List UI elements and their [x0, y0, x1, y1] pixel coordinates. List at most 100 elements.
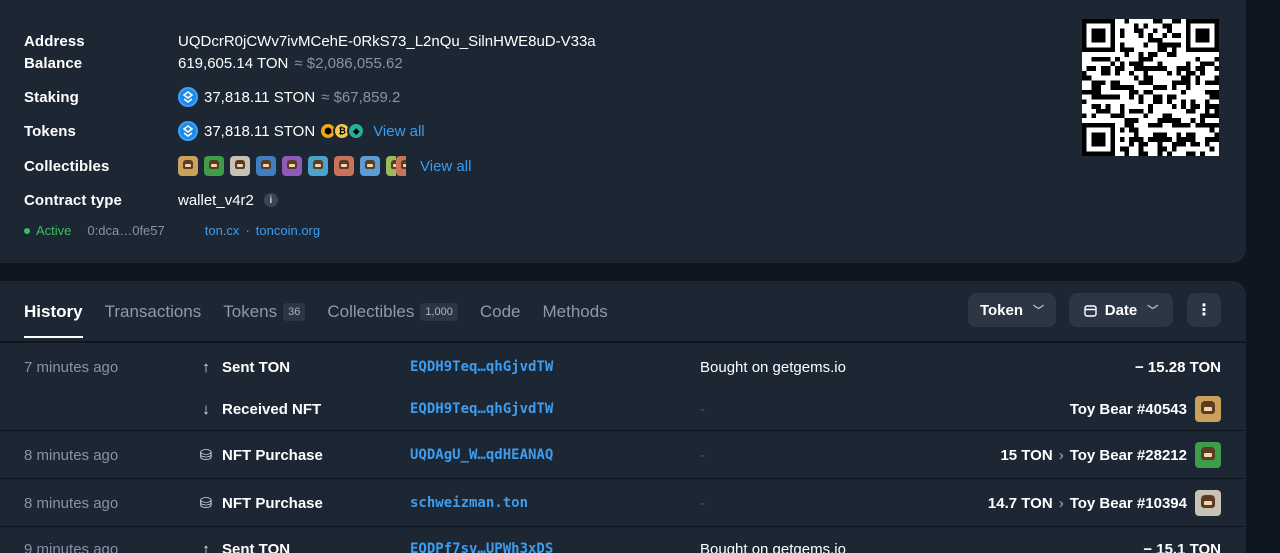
- tx-amount-value: − 15.1 TON: [1143, 540, 1221, 553]
- tx-amount-value: 14.7 TON: [987, 494, 1053, 512]
- tonx-link[interactable]: ton.cx: [205, 223, 240, 238]
- token-filter-label: Token: [979, 301, 1024, 319]
- collectibles-view-all-link[interactable]: View all: [420, 158, 471, 175]
- arrow-up-icon: ↑: [202, 540, 210, 553]
- chevron-down-icon: ﹀: [1147, 305, 1159, 317]
- tx-amount: − 15.28 TON: [1135, 359, 1221, 376]
- status-badge: Active: [36, 223, 72, 238]
- token-icon: ◆: [347, 122, 366, 140]
- nft-thumbnail[interactable]: [1195, 490, 1221, 516]
- tab-collectibles[interactable]: Collectibles 1,000: [327, 302, 458, 322]
- toncoin-link[interactable]: toncoin.org: [256, 223, 320, 238]
- transaction-group[interactable]: 7 minutes ago ↑ Sent TON EQDH9Teq…qhGjvdTW B…: [0, 342, 1246, 430]
- tx-nft-name[interactable]: Toy Bear #40543: [1070, 401, 1187, 418]
- collectible-thumbnail[interactable]: [204, 156, 224, 176]
- table-row: 8 minutes ago ⛁ NFT Purchase schweizman.ton…: [0, 490, 1246, 516]
- tx-action-label: Received NFT: [222, 400, 322, 418]
- tokens-view-all-link[interactable]: View all: [373, 123, 424, 140]
- tx-action-label: Sent TON: [222, 358, 291, 376]
- table-row: ↓ Received NFT EQDH9Teq…qhGjvdTW - Toy Bear …: [0, 396, 1246, 422]
- collectible-thumbnail[interactable]: [360, 156, 380, 176]
- status-row: Active 0:dca…0fe57 ton.cx · toncoin.org: [24, 223, 320, 238]
- collectibles-label: Collectibles: [24, 157, 110, 175]
- info-icon[interactable]: i: [263, 193, 278, 207]
- tx-address-link[interactable]: EQDH9Teq…qhGjvdTW: [410, 359, 553, 375]
- arrow-up-icon: ↑: [202, 358, 210, 376]
- tab-label: History: [24, 302, 83, 321]
- tx-nft-name[interactable]: Toy Bear #28212: [1070, 447, 1187, 464]
- tokens-value: 37,818.11 STON: [204, 122, 316, 140]
- transaction-group[interactable]: 8 minutes ago ⛁ NFT Purchase schweizman.ton…: [0, 478, 1246, 526]
- collectible-thumbnail[interactable]: [334, 156, 354, 176]
- address-qr-code[interactable]: [1082, 19, 1219, 156]
- tab-label: Code: [479, 302, 521, 321]
- tab-methods[interactable]: Methods: [543, 302, 608, 322]
- account-hash[interactable]: 0:dca…0fe57: [87, 223, 164, 238]
- transaction-group[interactable]: 8 minutes ago ⛁ NFT Purchase UQDAgU_W…qdHEA…: [0, 430, 1246, 478]
- tx-address-link[interactable]: EQDPf7sv…UPWh3xDS: [410, 541, 553, 553]
- tx-address-link[interactable]: schweizman.ton: [410, 495, 528, 511]
- ston-token-icon: [178, 87, 198, 107]
- arrow-down-icon: ↓: [202, 400, 210, 418]
- tx-action-label: Sent TON: [222, 540, 291, 553]
- collectible-thumbnail[interactable]: [256, 156, 276, 176]
- tab-history[interactable]: History: [24, 302, 83, 338]
- collectibles-thumbnails: [178, 156, 412, 176]
- tx-action: ↑ Sent TON: [198, 541, 290, 553]
- tab-label: Tokens: [223, 302, 278, 321]
- nft-thumbnail[interactable]: [1195, 396, 1221, 422]
- tab-count-badge: 1,000: [420, 303, 458, 321]
- collectible-thumbnail[interactable]: [396, 156, 406, 176]
- table-row: 9 minutes ago ↑ Sent TON EQDPf7sv…UPWh3xDS B…: [0, 537, 1246, 553]
- chevron-right-icon: ›: [1058, 446, 1064, 464]
- tx-time: 7 minutes ago: [24, 358, 119, 376]
- address-label: Address: [24, 32, 85, 50]
- token-filter-dropdown[interactable]: Token ﹀: [968, 293, 1056, 327]
- staking-label: Staking: [24, 88, 79, 106]
- tx-nft-name[interactable]: Toy Bear #10394: [1070, 495, 1187, 512]
- status-dot-icon: [24, 227, 30, 234]
- token-icons-stack: ⬢ ₿ ◆: [319, 122, 366, 140]
- tx-address-link[interactable]: EQDH9Teq…qhGjvdTW: [410, 401, 553, 417]
- tx-amount: 15 TON › Toy Bear #28212: [1000, 442, 1221, 468]
- tx-amount-value: − 15.28 TON: [1134, 358, 1221, 376]
- tx-action: ⛁ NFT Purchase: [198, 446, 323, 465]
- collectible-thumbnail[interactable]: [178, 156, 198, 176]
- tx-amount: Toy Bear #40543: [1070, 396, 1221, 422]
- tx-comment: -: [700, 494, 705, 512]
- tx-action: ↑ Sent TON: [198, 359, 290, 376]
- date-filter-dropdown[interactable]: Date ﹀: [1069, 293, 1173, 327]
- tx-action-label: NFT Purchase: [222, 446, 323, 464]
- tx-comment: Bought on getgems.io: [700, 358, 846, 376]
- tab-transactions[interactable]: Transactions: [105, 302, 202, 322]
- table-row: 7 minutes ago ↑ Sent TON EQDH9Teq…qhGjvdTW B…: [0, 355, 1246, 379]
- tab-code[interactable]: Code: [480, 302, 521, 322]
- tx-address-link[interactable]: UQDAgU_W…qdHEANAQ: [410, 447, 553, 463]
- address-value[interactable]: UQDcrR0jCWv7ivMCehE-0RkS73_L2nQu_SilnHWE…: [178, 33, 596, 50]
- tab-label: Collectibles: [327, 302, 415, 321]
- chevron-right-icon: ›: [1058, 494, 1064, 512]
- link-separator: ·: [245, 223, 250, 238]
- tab-label: Transactions: [104, 302, 202, 321]
- collectible-thumbnail[interactable]: [386, 156, 396, 176]
- tx-action: ⛁ NFT Purchase: [198, 494, 323, 513]
- balance-label: Balance: [24, 54, 83, 72]
- collectible-thumbnail[interactable]: [308, 156, 328, 176]
- tab-tokens[interactable]: Tokens 36: [223, 302, 306, 322]
- tab-count-badge: 36: [283, 303, 306, 321]
- date-filter-label: Date: [1104, 301, 1138, 319]
- history-card: History Transactions Tokens 36 Collectibles 1…: [0, 281, 1246, 553]
- tab-label: Methods: [542, 302, 608, 321]
- nft-thumbnail[interactable]: [1195, 442, 1221, 468]
- collectible-thumbnail[interactable]: [230, 156, 250, 176]
- history-tabs: History Transactions Tokens 36 Collectibles 1…: [24, 299, 630, 338]
- chevron-down-icon: ﹀: [1033, 305, 1045, 317]
- collectible-thumbnail[interactable]: [282, 156, 302, 176]
- ston-token-icon: [178, 121, 198, 141]
- tokens-label: Tokens: [24, 122, 77, 140]
- tx-amount-value: 15 TON: [1000, 446, 1053, 464]
- calendar-icon: [1084, 304, 1097, 317]
- transaction-group[interactable]: 9 minutes ago ↑ Sent TON EQDPf7sv…UPWh3xDS B…: [0, 526, 1246, 553]
- tx-amount: 14.7 TON › Toy Bear #10394: [988, 490, 1221, 516]
- more-options-button[interactable]: ⋮: [1187, 293, 1221, 327]
